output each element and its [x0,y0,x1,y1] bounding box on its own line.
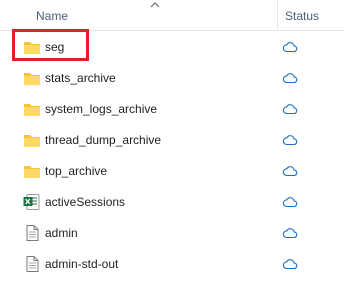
name-column-header[interactable]: Name [36,9,68,23]
file-name: stats_archive [45,71,116,85]
file-row-thread-dump-archive[interactable]: thread_dump_archive [0,124,344,155]
cloud-icon [282,104,298,115]
text-file-icon [26,225,39,241]
excel-file-icon [23,194,40,210]
file-row-admin[interactable]: admin [0,217,344,248]
file-row-admin-std-out[interactable]: admin-std-out [0,248,344,279]
file-row-system-logs-archive[interactable]: system_logs_archive [0,93,344,124]
text-file-icon [26,256,39,272]
file-row-top-archive[interactable]: top_archive [0,155,344,186]
file-name: thread_dump_archive [45,133,162,147]
column-divider[interactable] [277,0,278,30]
sort-ascending-icon[interactable] [148,0,162,10]
file-name: admin-std-out [45,257,119,271]
folder-icon [24,73,40,85]
folder-icon [24,135,40,147]
cloud-icon [282,73,298,84]
folder-icon [24,104,40,116]
file-name: system_logs_archive [45,102,158,116]
cloud-icon [282,197,298,208]
file-row-stats-archive[interactable]: stats_archive [0,62,344,93]
column-header: Name Status [0,0,344,31]
status-column-header[interactable]: Status [285,9,319,23]
cloud-icon [282,259,298,270]
cloud-icon [282,166,298,177]
file-name: top_archive [45,164,108,178]
cloud-icon [282,135,298,146]
file-row-activesessions[interactable]: activeSessions [0,186,344,217]
folder-icon [24,166,40,178]
highlight-box [12,29,89,61]
file-name: activeSessions [45,195,126,209]
cloud-icon [282,228,298,239]
file-name: admin [45,226,78,240]
cloud-icon [282,42,298,53]
